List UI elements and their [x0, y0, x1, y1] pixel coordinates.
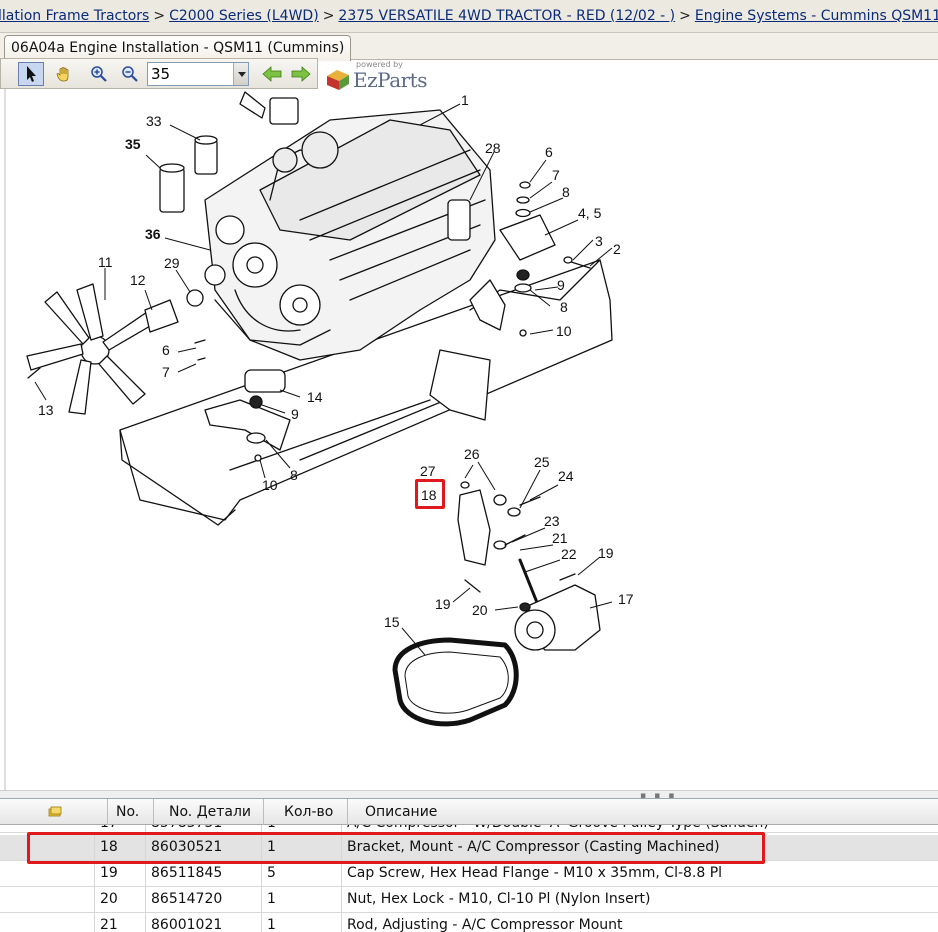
- callout-12[interactable]: 12: [130, 272, 146, 288]
- cell-icon: [0, 887, 95, 912]
- cell-no: 20: [95, 887, 146, 912]
- callout-9b[interactable]: 9: [291, 406, 299, 422]
- callout-25[interactable]: 25: [534, 454, 550, 470]
- column-header-quantity[interactable]: Кол-во: [264, 799, 348, 825]
- ezparts-logo: powered by EzParts: [323, 60, 433, 92]
- callout-29[interactable]: 29: [164, 255, 180, 271]
- callout-36[interactable]: 36: [145, 226, 161, 242]
- callout-35[interactable]: 35: [125, 136, 141, 152]
- cell-description: Cap Screw, Hex Head Flange - M10 x 35mm,…: [347, 865, 723, 881]
- callout-2[interactable]: 2: [613, 241, 621, 257]
- callout-6b[interactable]: 6: [162, 342, 170, 358]
- callout-19b[interactable]: 19: [435, 596, 451, 612]
- breadcrumb-link-2375-versatile[interactable]: 2375 VERSATILE 4WD TRACTOR - RED (12/02 …: [338, 8, 675, 24]
- callout-24[interactable]: 24: [558, 468, 574, 484]
- callout-6[interactable]: 6: [545, 144, 553, 160]
- tab-strip: 06A04a Engine Installation - QSM11 (Cumm…: [0, 33, 938, 61]
- callout-14[interactable]: 14: [307, 389, 323, 405]
- cell-no: 21: [95, 913, 146, 932]
- breadcrumb-link-c2000-series[interactable]: C2000 Series (L4WD): [169, 8, 319, 24]
- breadcrumb-link-engine-systems[interactable]: Engine Systems - Cummins QSM11: [695, 8, 938, 24]
- callout-1[interactable]: 1: [461, 92, 469, 108]
- callout-20[interactable]: 20: [472, 602, 488, 618]
- breadcrumb-separator: >: [322, 8, 335, 24]
- pan-hand-icon[interactable]: [51, 62, 77, 86]
- callout-10[interactable]: 10: [556, 323, 572, 339]
- cell-icon: [0, 861, 95, 886]
- brand-name: EzParts: [353, 68, 427, 92]
- cell-quantity: 1: [262, 913, 342, 932]
- pointer-icon[interactable]: [18, 62, 44, 86]
- exploded-view-drawing: 1 2 3 4, 5 6 7 8 9 8 10 28 33 35 36 11 1…: [4, 60, 634, 790]
- table-row[interactable]: 21 86001021 1 Rod, Adjusting - A/C Compr…: [0, 913, 938, 932]
- cell-description: Nut, Hex Lock - M10, Cl-10 Pl (Nylon Ins…: [347, 891, 651, 907]
- column-header-icon[interactable]: [0, 799, 108, 825]
- table-row[interactable]: 20 86514720 1 Nut, Hex Lock - M10, Cl-10…: [0, 887, 938, 913]
- callout-8[interactable]: 8: [562, 184, 570, 200]
- column-header-part-number[interactable]: No. Детали: [154, 799, 264, 825]
- table-row[interactable]: 19 86511845 5 Cap Screw, Hex Head Flange…: [0, 861, 938, 887]
- splitter-bar[interactable]: ▪▪▪: [0, 790, 938, 801]
- callout-26[interactable]: 26: [464, 446, 480, 462]
- zoom-in-icon[interactable]: [86, 62, 112, 86]
- callout-8c[interactable]: 8: [290, 467, 298, 483]
- callout-10b[interactable]: 10: [262, 477, 278, 493]
- cell-part-number: 86511845: [146, 861, 262, 886]
- cell-part-number: 86514720: [146, 887, 262, 912]
- column-header-description[interactable]: Описание: [348, 799, 938, 825]
- callout-27[interactable]: 27: [420, 463, 436, 479]
- back-arrow-icon[interactable]: [259, 62, 285, 86]
- callout-22[interactable]: 22: [561, 546, 577, 562]
- callout-21[interactable]: 21: [552, 530, 568, 546]
- callout-23[interactable]: 23: [544, 513, 560, 529]
- zoom-out-icon[interactable]: [117, 62, 143, 86]
- callout-9[interactable]: 9: [557, 277, 565, 293]
- breadcrumb: llation Frame Tractors > C2000 Series (L4W…: [0, 0, 938, 33]
- callout-19[interactable]: 19: [598, 545, 614, 561]
- callout-17[interactable]: 17: [618, 591, 634, 607]
- callout-7b[interactable]: 7: [162, 364, 170, 380]
- zoom-level-value: 35: [151, 65, 171, 83]
- breadcrumb-separator: >: [679, 8, 691, 24]
- callout-7[interactable]: 7: [552, 167, 560, 183]
- callout-15[interactable]: 15: [384, 614, 400, 630]
- table-header: No. No. Детали Кол-во Описание: [0, 799, 938, 825]
- callout-3[interactable]: 3: [595, 233, 603, 249]
- callout-8b[interactable]: 8: [560, 299, 568, 315]
- cell-part-number: 86001021: [146, 913, 262, 932]
- zoom-level-select[interactable]: 35: [147, 62, 249, 86]
- callout-4-5[interactable]: 4, 5: [578, 205, 602, 221]
- cell-description: Rod, Adjusting - A/C Compressor Mount: [347, 917, 623, 932]
- callout-28[interactable]: 28: [485, 140, 501, 156]
- breadcrumb-separator: >: [153, 8, 166, 24]
- ezparts-cube-icon: [327, 70, 349, 90]
- cell-quantity: 5: [262, 861, 342, 886]
- forward-arrow-icon[interactable]: [288, 62, 314, 86]
- cell-quantity: 1: [262, 887, 342, 912]
- callout-11[interactable]: 11: [98, 254, 113, 270]
- selected-callout-highlight: [415, 479, 445, 509]
- cell-icon: [0, 913, 95, 932]
- callout-33[interactable]: 33: [146, 113, 162, 129]
- selected-row-highlight: [27, 832, 765, 864]
- chevron-down-icon[interactable]: [233, 63, 248, 85]
- callout-13[interactable]: 13: [38, 402, 54, 418]
- breadcrumb-link-frame-tractors[interactable]: llation Frame Tractors: [0, 8, 149, 24]
- column-header-no[interactable]: No.: [108, 799, 154, 825]
- diagram-toolbar: 35: [0, 58, 318, 89]
- parts-table: No. No. Детали Кол-во Описание 17 857837…: [0, 798, 938, 932]
- parts-diagram[interactable]: 1 2 3 4, 5 6 7 8 9 8 10 28 33 35 36 11 1…: [0, 59, 938, 792]
- parts-viewer-window: llation Frame Tractors > C2000 Series (L4W…: [0, 0, 938, 932]
- folder-icon: [48, 806, 62, 817]
- cell-no: 19: [95, 861, 146, 886]
